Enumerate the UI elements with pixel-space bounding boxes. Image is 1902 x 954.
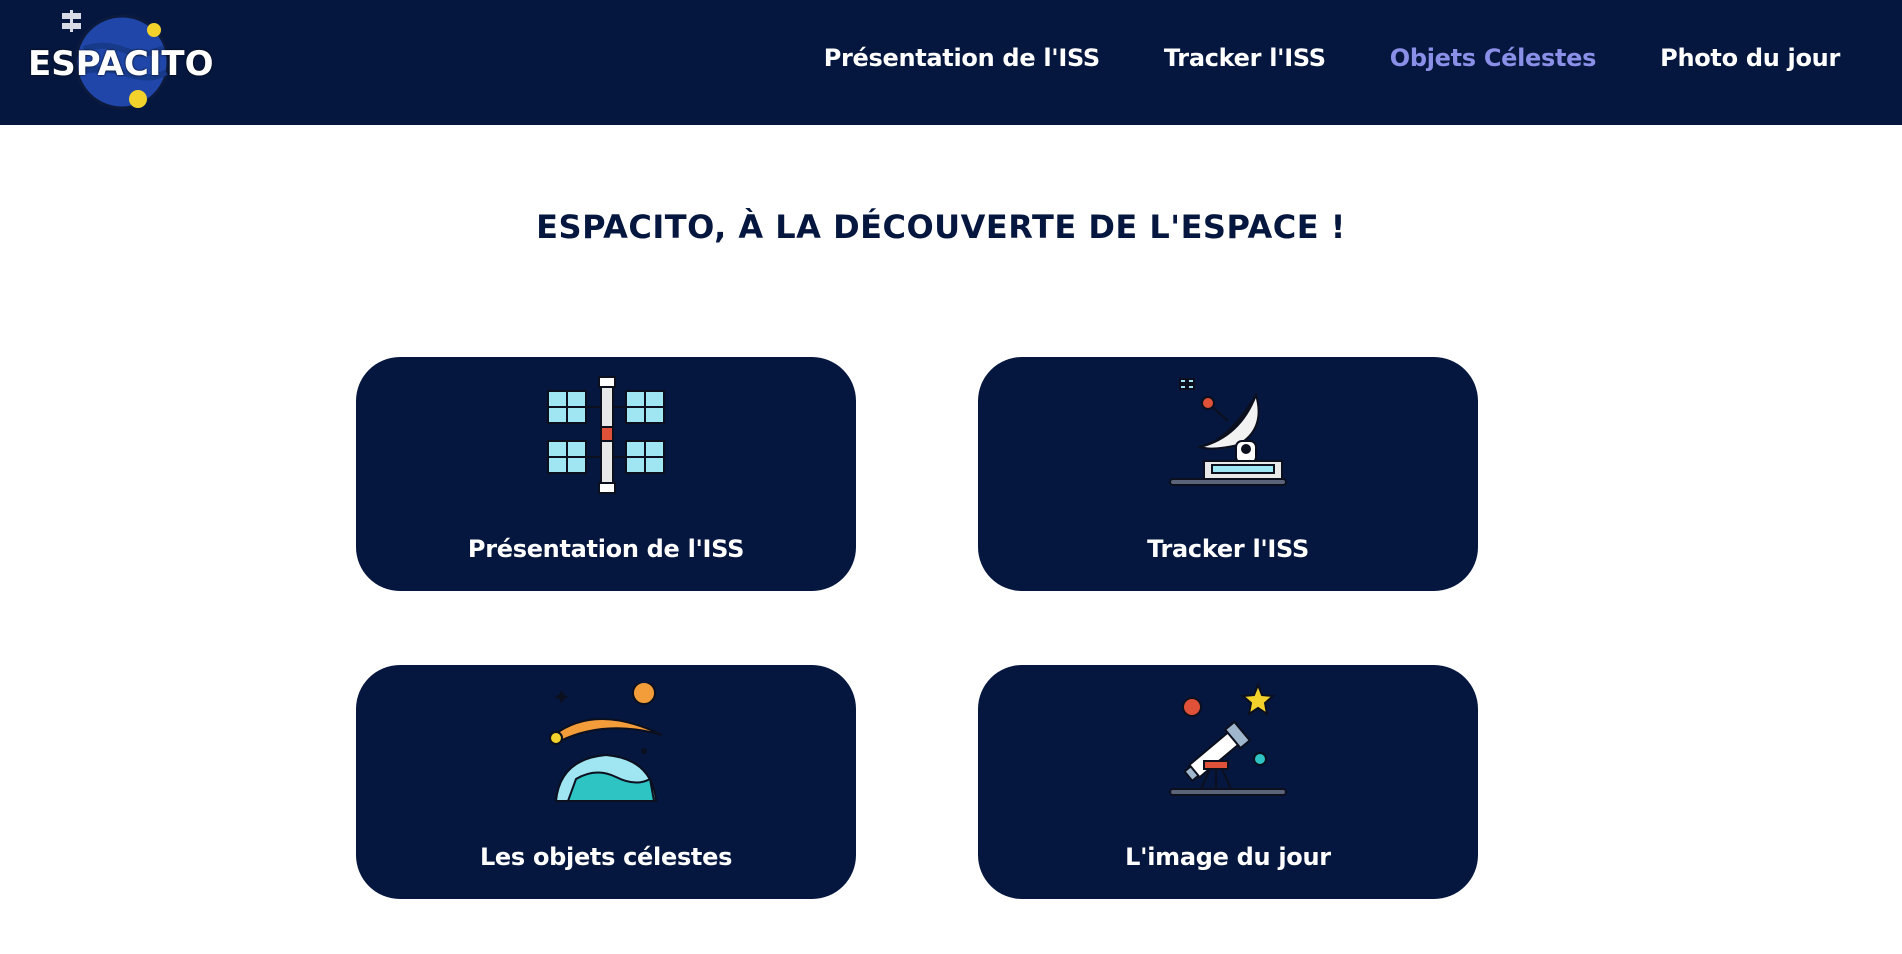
nav-item-celestial-objects[interactable]: Objets Célestes <box>1390 44 1597 72</box>
card-label: Présentation de l'ISS <box>467 535 745 563</box>
nav-item-photo-of-the-day[interactable]: Photo du jour <box>1660 44 1840 72</box>
card-label: L'image du jour <box>1125 843 1331 871</box>
satellite-dish-icon <box>1169 378 1287 486</box>
card-label: Les objets célestes <box>479 843 733 871</box>
site-header: ESPACITO Présentation de l'ISS Tracker l… <box>0 0 1902 125</box>
main-nav: Présentation de l'ISS Tracker l'ISS Obje… <box>760 44 1841 72</box>
card-iss-presentation[interactable]: Présentation de l'ISS <box>356 357 856 591</box>
nav-item-iss-tracker[interactable]: Tracker l'ISS <box>1164 44 1326 72</box>
card-image-of-the-day[interactable]: L'image du jour <box>978 665 1478 899</box>
planet-comet-icon <box>549 683 663 802</box>
space-station-icon <box>547 376 665 494</box>
site-logo[interactable]: ESPACITO <box>24 4 224 116</box>
nav-item-iss-presentation[interactable]: Présentation de l'ISS <box>824 44 1100 72</box>
logo-text: ESPACITO <box>28 44 214 84</box>
card-celestial-objects[interactable]: Les objets célestes <box>356 665 856 899</box>
telescope-icon <box>1169 683 1287 796</box>
card-iss-tracker[interactable]: Tracker l'ISS <box>978 357 1478 591</box>
page-title: ESPACITO, À LA DÉCOUVERTE DE L'ESPACE ! <box>536 208 1346 246</box>
card-label: Tracker l'ISS <box>1147 535 1309 563</box>
